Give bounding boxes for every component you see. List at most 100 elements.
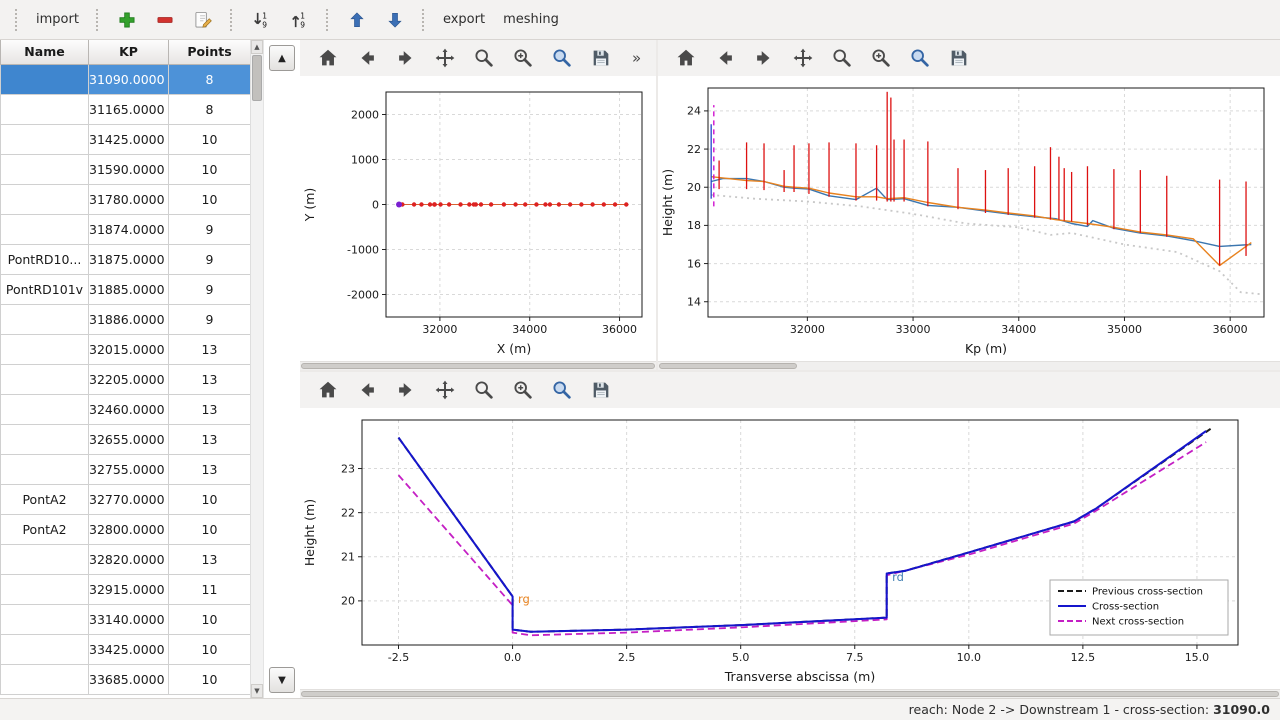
cell-points[interactable]: 13 [169,424,251,454]
sort-ascending-button[interactable] [243,6,279,34]
page-down-button[interactable]: ▼ [269,667,295,693]
cell-name[interactable] [1,124,89,154]
zoom-button[interactable] [472,46,496,70]
table-row[interactable]: PontA232770.000010 [1,484,251,514]
scrollbar-thumb[interactable] [659,363,797,369]
scrollbar-thumb[interactable] [301,691,1279,697]
cell-name[interactable] [1,394,89,424]
table-row[interactable]: 31780.000010 [1,184,251,214]
longitudinal-profile-hscrollbar[interactable] [658,361,1280,370]
table-row[interactable]: 32205.000013 [1,364,251,394]
table-row[interactable]: 33425.000010 [1,634,251,664]
cell-kp[interactable]: 32655.0000 [89,424,169,454]
cell-name[interactable] [1,154,89,184]
cell-points[interactable]: 10 [169,484,251,514]
meshing-button[interactable]: meshing [495,8,567,31]
edit-cross-section-button[interactable] [185,6,221,34]
cell-points[interactable]: 10 [169,604,251,634]
cell-points[interactable]: 9 [169,244,251,274]
pan-button[interactable] [791,46,815,70]
home-button[interactable] [674,46,698,70]
cell-kp[interactable]: 31874.0000 [89,214,169,244]
plan-view-figure[interactable]: 320003400036000-2000-1000010002000X (m)Y… [300,76,656,361]
cross-section-figure[interactable]: -2.50.02.55.07.510.012.515.020212223rgrd… [300,408,1280,689]
plan-view-chart[interactable]: 320003400036000-2000-1000010002000X (m)Y… [300,76,656,361]
home-button[interactable] [316,378,340,402]
toolbar-overflow-button[interactable]: » [632,49,641,67]
cell-name[interactable]: PontA2 [1,484,89,514]
table-row[interactable]: 32460.000013 [1,394,251,424]
sort-descending-button[interactable] [281,6,317,34]
table-row[interactable]: 31590.000010 [1,154,251,184]
cell-name[interactable]: PontA2 [1,514,89,544]
cell-kp[interactable]: 32205.0000 [89,364,169,394]
cell-name[interactable] [1,424,89,454]
cell-name[interactable] [1,604,89,634]
scroll-up-button[interactable]: ▲ [251,40,263,54]
cell-name[interactable] [1,544,89,574]
table-row[interactable]: 32755.000013 [1,454,251,484]
table-row[interactable]: 32015.000013 [1,334,251,364]
zoom-auto-button[interactable] [908,46,932,70]
remove-cross-section-button[interactable] [147,6,183,34]
table-row[interactable]: 31090.00008 [1,64,251,94]
scroll-down-button[interactable]: ▼ [251,684,263,698]
cross-section-hscrollbar[interactable] [300,689,1280,698]
cell-kp[interactable]: 33425.0000 [89,634,169,664]
cell-name[interactable] [1,64,89,94]
zoom-button[interactable] [830,46,854,70]
pan-button[interactable] [433,46,457,70]
table-row[interactable]: PontRD101v31885.00009 [1,274,251,304]
cell-kp[interactable]: 33685.0000 [89,664,169,694]
zoom-in-button[interactable] [869,46,893,70]
cell-name[interactable]: PontRD101v [1,274,89,304]
cell-name[interactable] [1,364,89,394]
forward-button[interactable] [394,378,418,402]
table-scrollbar[interactable]: ▲ ▼ [250,40,263,698]
cell-kp[interactable]: 32820.0000 [89,544,169,574]
table-row[interactable]: 31874.00009 [1,214,251,244]
save-figure-button[interactable] [947,46,971,70]
cell-kp[interactable]: 33140.0000 [89,604,169,634]
table-row[interactable]: PontRD10...31875.00009 [1,244,251,274]
cell-kp[interactable]: 31590.0000 [89,154,169,184]
cell-points[interactable]: 13 [169,394,251,424]
cell-name[interactable]: PontRD10... [1,244,89,274]
cell-points[interactable]: 13 [169,454,251,484]
cell-name[interactable] [1,574,89,604]
longitudinal-profile-figure[interactable]: 3200033000340003500036000141618202224Kp … [658,76,1280,361]
zoom-auto-button[interactable] [550,46,574,70]
table-row[interactable]: 32820.000013 [1,544,251,574]
cross-section-chart[interactable]: -2.50.02.55.07.510.012.515.020212223rgrd… [300,408,1280,689]
zoom-auto-button[interactable] [550,378,574,402]
cell-points[interactable]: 9 [169,274,251,304]
cell-name[interactable] [1,664,89,694]
cell-points[interactable]: 10 [169,154,251,184]
cell-points[interactable]: 13 [169,544,251,574]
table-row[interactable]: 31886.00009 [1,304,251,334]
cell-kp[interactable]: 32770.0000 [89,484,169,514]
table-row[interactable]: 32915.000011 [1,574,251,604]
scrollbar-thumb[interactable] [301,363,655,369]
cell-points[interactable]: 11 [169,574,251,604]
cell-kp[interactable]: 31780.0000 [89,184,169,214]
table-row[interactable]: PontA232800.000010 [1,514,251,544]
column-header-points[interactable]: Points [169,40,251,64]
cell-name[interactable] [1,184,89,214]
cell-name[interactable] [1,334,89,364]
import-button[interactable]: import [28,8,87,31]
table-row[interactable]: 31425.000010 [1,124,251,154]
cell-points[interactable]: 10 [169,514,251,544]
cell-kp[interactable]: 32915.0000 [89,574,169,604]
forward-button[interactable] [394,46,418,70]
cell-name[interactable] [1,454,89,484]
zoom-in-button[interactable] [511,378,535,402]
cell-kp[interactable]: 32460.0000 [89,394,169,424]
cell-points[interactable]: 10 [169,184,251,214]
back-button[interactable] [355,46,379,70]
cell-points[interactable]: 8 [169,64,251,94]
cell-points[interactable]: 10 [169,634,251,664]
cell-name[interactable] [1,94,89,124]
table-row[interactable]: 33140.000010 [1,604,251,634]
page-up-button[interactable]: ▲ [269,45,295,71]
